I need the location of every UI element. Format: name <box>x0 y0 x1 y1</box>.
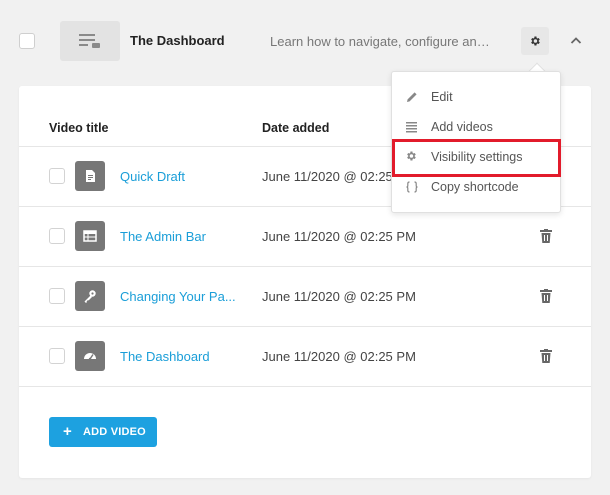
table-icon <box>83 230 97 242</box>
add-video-label: ADD VIDEO <box>83 426 146 438</box>
divider <box>19 386 591 387</box>
menu-item-label: Edit <box>431 90 453 104</box>
collapse-button[interactable] <box>568 33 584 49</box>
trash-icon <box>540 229 552 243</box>
chevron-up-icon <box>570 37 582 44</box>
add-video-button[interactable]: + ADD VIDEO <box>49 417 157 447</box>
video-thumbnail <box>75 281 105 311</box>
video-title-link[interactable]: Changing Your Pa... <box>120 289 236 304</box>
delete-button[interactable] <box>540 349 552 363</box>
list-thumbnail-icon <box>79 34 100 48</box>
menu-item-edit[interactable]: Edit <box>392 82 560 112</box>
section-checkbox[interactable] <box>19 33 35 49</box>
trash-icon <box>540 349 552 363</box>
row-checkbox[interactable] <box>49 228 65 244</box>
section-description: Learn how to navigate, configure and c..… <box>270 34 496 49</box>
code-braces-icon <box>405 180 419 194</box>
section-header: The Dashboard Learn how to navigate, con… <box>0 0 610 82</box>
menu-item-label: Copy shortcode <box>431 180 519 194</box>
video-date: June 11/2020 @ 02:25 PM <box>262 349 416 364</box>
table-row: The Admin Bar June 11/2020 @ 02:25 PM <box>19 206 591 266</box>
column-header-date: Date added <box>262 121 330 135</box>
section-title: The Dashboard <box>130 33 225 48</box>
dashboard-icon <box>84 353 96 361</box>
key-icon <box>84 290 96 303</box>
video-date: June 11/2020 @ 02:25 <box>262 169 393 184</box>
video-title-link[interactable]: The Dashboard <box>120 349 210 364</box>
table-row: The Dashboard June 11/2020 @ 02:25 PM <box>19 326 591 386</box>
delete-button[interactable] <box>540 229 552 243</box>
plus-icon: + <box>63 423 72 440</box>
delete-button[interactable] <box>540 289 552 303</box>
highlight-box <box>392 139 561 177</box>
trash-icon <box>540 289 552 303</box>
menu-item-label: Add videos <box>431 120 493 134</box>
row-checkbox[interactable] <box>49 348 65 364</box>
video-title-link[interactable]: Quick Draft <box>120 169 185 184</box>
video-thumbnail <box>75 341 105 371</box>
video-date: June 11/2020 @ 02:25 PM <box>262 289 416 304</box>
document-icon <box>86 170 95 182</box>
menu-item-add-videos[interactable]: Add videos <box>392 112 560 142</box>
gear-icon <box>531 36 540 46</box>
video-thumbnail <box>75 221 105 251</box>
settings-button[interactable] <box>521 27 549 55</box>
row-checkbox[interactable] <box>49 288 65 304</box>
section-thumbnail <box>60 21 120 61</box>
row-checkbox[interactable] <box>49 168 65 184</box>
table-row: Changing Your Pa... June 11/2020 @ 02:25… <box>19 266 591 326</box>
video-thumbnail <box>75 161 105 191</box>
video-title-link[interactable]: The Admin Bar <box>120 229 206 244</box>
video-date: June 11/2020 @ 02:25 PM <box>262 229 416 244</box>
pencil-icon <box>405 90 419 104</box>
list-icon <box>405 120 419 134</box>
column-header-title: Video title <box>49 121 109 135</box>
